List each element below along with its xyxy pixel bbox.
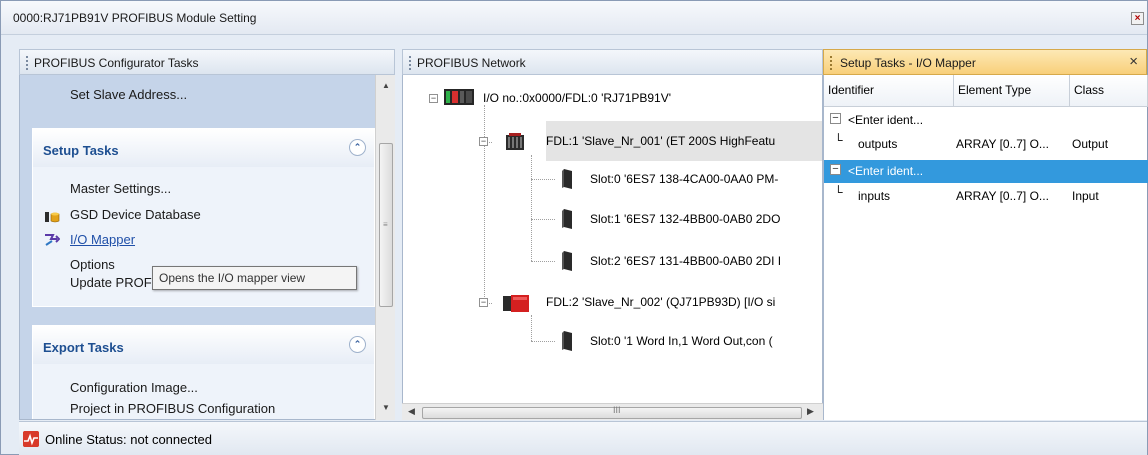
element-type-cell[interactable]: ARRAY [0..7] O...: [956, 189, 1049, 203]
options-link[interactable]: Options: [70, 257, 115, 272]
element-type-cell[interactable]: ARRAY [0..7] O...: [956, 137, 1049, 151]
mapper-item-row[interactable]: └ outputs ARRAY [0..7] O... Output: [824, 133, 1148, 156]
panel-grip[interactable]: [409, 56, 411, 70]
title-bar: 0000:RJ71PB91V PROFIBUS Module Setting ×: [1, 1, 1147, 35]
setup-tasks-header[interactable]: Setup Tasks ⌃: [33, 129, 374, 167]
collapse-root-expander[interactable]: −: [429, 94, 438, 103]
slot-module-icon: [562, 251, 572, 271]
mapper-group-row[interactable]: − <Enter ident...: [824, 109, 1148, 132]
network-horizontal-scrollbar[interactable]: ◀ III ▶: [402, 403, 823, 420]
export-tasks-title: Export Tasks: [43, 340, 124, 355]
project-in-profibus-configuration-link[interactable]: Project in PROFIBUS Configuration: [70, 401, 275, 416]
tree-line: [531, 261, 555, 262]
tree-line: [531, 219, 555, 220]
profibus-network-title: PROFIBUS Network: [417, 56, 526, 70]
chevron-up-icon[interactable]: ⌃: [349, 139, 366, 156]
slave-1-slot-1-label[interactable]: Slot:1 '6ES7 132-4BB00-0AB0 2DO: [590, 212, 780, 226]
online-status-text: Online Status: not connected: [45, 432, 212, 447]
scroll-thumb[interactable]: ≡: [379, 143, 393, 307]
slave-1-slot-2-label[interactable]: Slot:2 '6ES7 131-4BB00-0AB0 2DI I: [590, 254, 781, 268]
io-mapper-tooltip: Opens the I/O mapper view: [152, 266, 357, 290]
identifier-cell[interactable]: <Enter ident...: [848, 113, 923, 127]
setup-tasks-title: Setup Tasks: [43, 143, 119, 158]
tree-line: [531, 179, 555, 180]
panel-grip[interactable]: [830, 56, 832, 70]
tasks-pane: Set Slave Address... Setup Tasks ⌃ Maste…: [20, 75, 375, 419]
tasks-vertical-scrollbar[interactable]: ▲ ≡ ▼: [375, 75, 395, 420]
et200s-device-icon: [506, 133, 524, 150]
scroll-grip: III: [613, 405, 621, 415]
collapse-expander[interactable]: −: [830, 113, 841, 124]
tree-line: [531, 341, 555, 342]
chevron-up-icon[interactable]: ⌃: [349, 336, 366, 353]
identifier-cell[interactable]: <Enter ident...: [848, 164, 923, 178]
database-icon: [45, 212, 60, 223]
mapper-group-row-selected[interactable]: − <Enter ident...: [824, 160, 1148, 183]
column-header-identifier[interactable]: Identifier: [824, 75, 954, 107]
collapse-expander[interactable]: −: [830, 164, 841, 175]
collapse-slave-1-expander[interactable]: −: [479, 137, 488, 146]
panel-grip[interactable]: [26, 56, 28, 70]
export-tasks-header[interactable]: Export Tasks ⌃: [33, 326, 374, 364]
scroll-up-arrow-icon[interactable]: ▲: [382, 81, 390, 90]
tree-line: [531, 315, 532, 341]
scroll-right-arrow-icon[interactable]: ▶: [807, 406, 814, 417]
column-header-class[interactable]: Class: [1070, 75, 1148, 107]
status-bar: Online Status: not connected: [19, 421, 1147, 455]
io-mapper-title: Setup Tasks - I/O Mapper: [840, 56, 976, 70]
io-mapper-link[interactable]: I/O Mapper: [70, 232, 135, 247]
io-mapper-icon: [45, 234, 60, 246]
tree-line: [531, 155, 532, 261]
slave-2-slot-0-label[interactable]: Slot:0 '1 Word In,1 Word Out,con (: [590, 334, 773, 348]
slot-module-icon: [562, 209, 572, 229]
slot-module-icon: [562, 331, 572, 351]
slave-1-node-label[interactable]: FDL:1 'Slave_Nr_001' (ET 200S HighFeatu: [546, 134, 775, 148]
io-mapper-header: Setup Tasks - I/O Mapper ×: [823, 49, 1147, 75]
identifier-cell[interactable]: outputs: [858, 137, 897, 151]
class-cell[interactable]: Input: [1072, 189, 1099, 203]
column-header-element-type[interactable]: Element Type: [954, 75, 1070, 107]
tree-corner-icon: └: [834, 185, 843, 199]
mapper-item-row[interactable]: └ inputs ARRAY [0..7] O... Input: [824, 185, 1148, 208]
class-cell[interactable]: Output: [1072, 137, 1108, 151]
slave-2-node-label[interactable]: FDL:2 'Slave_Nr_002' (QJ71PB93D) [I/O si: [546, 295, 775, 309]
configuration-image-link[interactable]: Configuration Image...: [70, 380, 198, 395]
slot-module-icon: [562, 169, 572, 189]
set-slave-address-link[interactable]: Set Slave Address...: [70, 87, 187, 102]
profibus-network-tree: − I/O no.:0x0000/FDL:0 'RJ71PB91V' − FDL…: [402, 75, 823, 420]
gsd-device-database-link[interactable]: GSD Device Database: [70, 207, 201, 222]
master-module-icon: [444, 89, 474, 105]
collapse-slave-2-expander[interactable]: −: [479, 298, 488, 307]
module-setting-window: 0000:RJ71PB91V PROFIBUS Module Setting ×…: [0, 0, 1148, 455]
window-close-button[interactable]: ×: [1131, 12, 1144, 25]
profibus-network-header: PROFIBUS Network: [402, 49, 823, 75]
master-settings-link[interactable]: Master Settings...: [70, 181, 171, 196]
io-mapper-close-button[interactable]: ×: [1129, 53, 1138, 70]
identifier-cell[interactable]: inputs: [858, 189, 890, 203]
io-mapper-grid: Identifier Element Type Class − <Enter i…: [823, 75, 1148, 420]
scroll-thumb[interactable]: III: [422, 405, 802, 419]
window-title: 0000:RJ71PB91V PROFIBUS Module Setting: [13, 11, 257, 25]
scroll-down-arrow-icon[interactable]: ▼: [382, 403, 390, 412]
scroll-left-arrow-icon[interactable]: ◀: [408, 406, 415, 417]
tree-corner-icon: └: [834, 133, 843, 147]
configurator-tasks-title: PROFIBUS Configurator Tasks: [34, 56, 199, 70]
slave-1-slot-0-label[interactable]: Slot:0 '6ES7 138-4CA00-0AA0 PM-: [590, 172, 778, 186]
qj71pb93d-device-icon: [503, 295, 529, 312]
configurator-tasks-header: PROFIBUS Configurator Tasks: [19, 49, 395, 75]
configurator-tasks-panel: Set Slave Address... Setup Tasks ⌃ Maste…: [19, 75, 395, 420]
tree-line: [484, 105, 485, 303]
master-node-label[interactable]: I/O no.:0x0000/FDL:0 'RJ71PB91V': [483, 91, 671, 105]
connection-status-icon: [23, 431, 39, 447]
